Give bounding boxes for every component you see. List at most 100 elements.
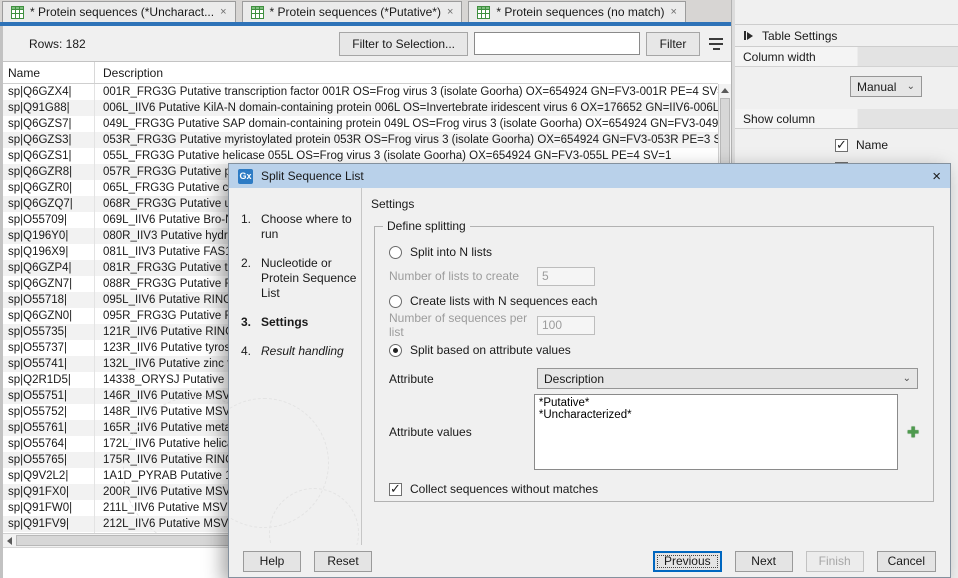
description-cell: 165R_IIV6 Putative meta: [95, 422, 231, 434]
next-button[interactable]: Next: [735, 551, 793, 572]
table-row[interactable]: sp|Q6GZS1| 055L_FRG3G Putative helicase …: [3, 148, 718, 164]
name-cell: sp|O55765|: [3, 452, 95, 468]
description-cell: 049L_FRG3G Putative SAP domain-containin…: [95, 118, 718, 130]
row-count-label: Rows: 182: [29, 37, 86, 51]
filter-to-selection-button[interactable]: Filter to Selection...: [339, 32, 468, 56]
group-title: Define splitting: [383, 219, 470, 233]
description-cell: 211L_IIV6 Putative MSV1: [95, 502, 234, 514]
show-column-section-header[interactable]: Show column: [735, 109, 958, 129]
watermark-circle: [269, 488, 359, 545]
name-cell: sp|Q6GZR0|: [3, 180, 95, 196]
attribute-values-textarea[interactable]: *Putative* *Uncharacterized*: [534, 394, 898, 470]
name-cell: sp|Q91FW0|: [3, 500, 95, 516]
description-cell: 175R_IIV6 Putative RING: [95, 454, 234, 466]
panel-title: Settings: [371, 197, 940, 211]
dialog-title: Split Sequence List: [261, 169, 364, 183]
reset-button[interactable]: Reset: [314, 551, 372, 572]
name-cell: sp|Q6GZS7|: [3, 116, 95, 132]
table-icon: [477, 6, 490, 19]
description-cell: 055L_FRG3G Putative helicase 055L OS=Fro…: [95, 150, 671, 162]
checkbox[interactable]: [835, 139, 848, 152]
split-into-n-lists-option[interactable]: Split into N lists: [389, 242, 919, 262]
table-row[interactable]: sp|Q91G88| 006L_IIV6 Putative KilA-N dom…: [3, 100, 718, 116]
filter-lines-icon[interactable]: [706, 34, 726, 54]
dialog-titlebar[interactable]: Gx Split Sequence List ×: [229, 164, 950, 188]
scroll-left-arrow-icon[interactable]: [3, 534, 16, 547]
finish-button[interactable]: Finish: [806, 551, 864, 572]
define-splitting-group: Define splitting Split into N lists Numb…: [374, 226, 934, 502]
watermark-circle: [229, 398, 329, 528]
lists-with-n-sequences-option[interactable]: Create lists with N sequences each: [389, 291, 919, 311]
description-cell: 069L_IIV6 Putative Bro-N: [95, 214, 233, 226]
description-cell: 212L_IIV6 Putative MSV1: [95, 518, 235, 530]
view-tab[interactable]: * Protein sequences (*Uncharact... ×: [2, 1, 236, 22]
attribute-values-row: Attribute values *Putative* *Uncharacter…: [389, 394, 919, 470]
description-cell: 14338_ORYSJ Putative 1: [95, 374, 234, 386]
attribute-row: Attribute Description ⌄: [389, 368, 919, 389]
name-cell: sp|Q6GZN0|: [3, 308, 95, 324]
split-sequence-list-dialog: Gx Split Sequence List × 1. Choose where…: [228, 163, 951, 578]
description-cell: 001R_FRG3G Putative transcription factor…: [95, 86, 718, 98]
cancel-button[interactable]: Cancel: [877, 551, 936, 572]
tab-close-icon[interactable]: ×: [220, 7, 226, 18]
name-cell: sp|Q91G88|: [3, 100, 95, 116]
name-cell: sp|Q6GZX4|: [3, 84, 95, 100]
scroll-up-arrow-icon[interactable]: [719, 84, 731, 97]
tab-close-icon[interactable]: ×: [671, 7, 677, 18]
view-tab[interactable]: * Protein sequences (no match) ×: [468, 1, 686, 22]
description-cell: 053R_FRG3G Putative myristoylated protei…: [95, 134, 718, 146]
tab-close-icon[interactable]: ×: [447, 7, 453, 18]
description-cell: 081L_IIV3 Putative FAS1: [95, 246, 232, 258]
radio-button[interactable]: [389, 295, 402, 308]
step-label: Nucleotide or Protein Sequence List: [261, 256, 357, 301]
column-header-description[interactable]: Description: [95, 66, 163, 80]
radio-button[interactable]: [389, 344, 402, 357]
filter-search-input[interactable]: [474, 32, 640, 55]
table-row[interactable]: sp|Q6GZS3| 053R_FRG3G Putative myristoyl…: [3, 132, 718, 148]
split-by-attribute-option[interactable]: Split based on attribute values: [389, 340, 919, 360]
description-cell: 080R_IIV3 Putative hydr: [95, 230, 228, 242]
previous-button[interactable]: Previous: [653, 551, 722, 572]
collapse-panel-icon[interactable]: [744, 31, 753, 40]
checkbox[interactable]: [389, 483, 402, 496]
radio-label: Split into N lists: [410, 245, 492, 259]
attribute-select[interactable]: Description ⌄: [537, 368, 918, 389]
help-button[interactable]: Help: [243, 551, 301, 572]
tab-bar: * Protein sequences (*Uncharact... × * P…: [0, 0, 735, 22]
wizard-steps-nav: 1. Choose where to run 2. Nucleotide or …: [229, 188, 362, 545]
table-settings-header: Table Settings: [735, 24, 958, 47]
collect-without-matches-option[interactable]: Collect sequences without matches: [389, 482, 919, 496]
checkbox-label: Name: [856, 138, 888, 152]
wizard-step: 3. Settings: [241, 315, 357, 330]
radio-label: Create lists with N sequences each: [410, 294, 597, 308]
name-cell: sp|Q6GZS1|: [3, 148, 95, 164]
name-cell: sp|O55718|: [3, 292, 95, 308]
description-cell: 006L_IIV6 Putative KilA-N domain-contain…: [95, 102, 718, 114]
sequences-per-list-input[interactable]: [537, 316, 595, 335]
wizard-step: 4. Result handling: [241, 344, 357, 359]
column-header-name[interactable]: Name: [3, 62, 95, 83]
table-toolbar: Rows: 182 Filter to Selection... Filter: [3, 26, 731, 62]
name-cell: sp|O55737|: [3, 340, 95, 356]
table-row[interactable]: sp|Q6GZS7| 049L_FRG3G Putative SAP domai…: [3, 116, 718, 132]
show-column-option[interactable]: Name: [835, 138, 958, 152]
table-row[interactable]: sp|Q6GZX4| 001R_FRG3G Putative transcrip…: [3, 84, 718, 100]
add-value-plus-icon[interactable]: ✚: [907, 424, 919, 441]
column-width-value: Manual: [857, 80, 896, 94]
column-width-section-header[interactable]: Column width: [735, 47, 958, 67]
name-cell: sp|Q6GZQ7|: [3, 196, 95, 212]
workbench-app-icon: Gx: [238, 169, 253, 184]
column-width-select[interactable]: Manual ⌄: [850, 76, 922, 97]
number-of-lists-input[interactable]: [537, 267, 595, 286]
name-cell: sp|O55764|: [3, 436, 95, 452]
checkbox-label: Collect sequences without matches: [410, 482, 598, 496]
filter-button[interactable]: Filter: [646, 32, 700, 56]
description-cell: 172L_IIV6 Putative helica: [95, 438, 233, 450]
chevron-down-icon: ⌄: [907, 81, 915, 92]
table-icon: [251, 6, 264, 19]
dialog-close-icon[interactable]: ×: [932, 169, 941, 184]
radio-button[interactable]: [389, 246, 402, 259]
step-label: Choose where to run: [261, 212, 357, 242]
step-number: 3.: [241, 315, 255, 330]
view-tab[interactable]: * Protein sequences (*Putative*) ×: [242, 1, 463, 22]
